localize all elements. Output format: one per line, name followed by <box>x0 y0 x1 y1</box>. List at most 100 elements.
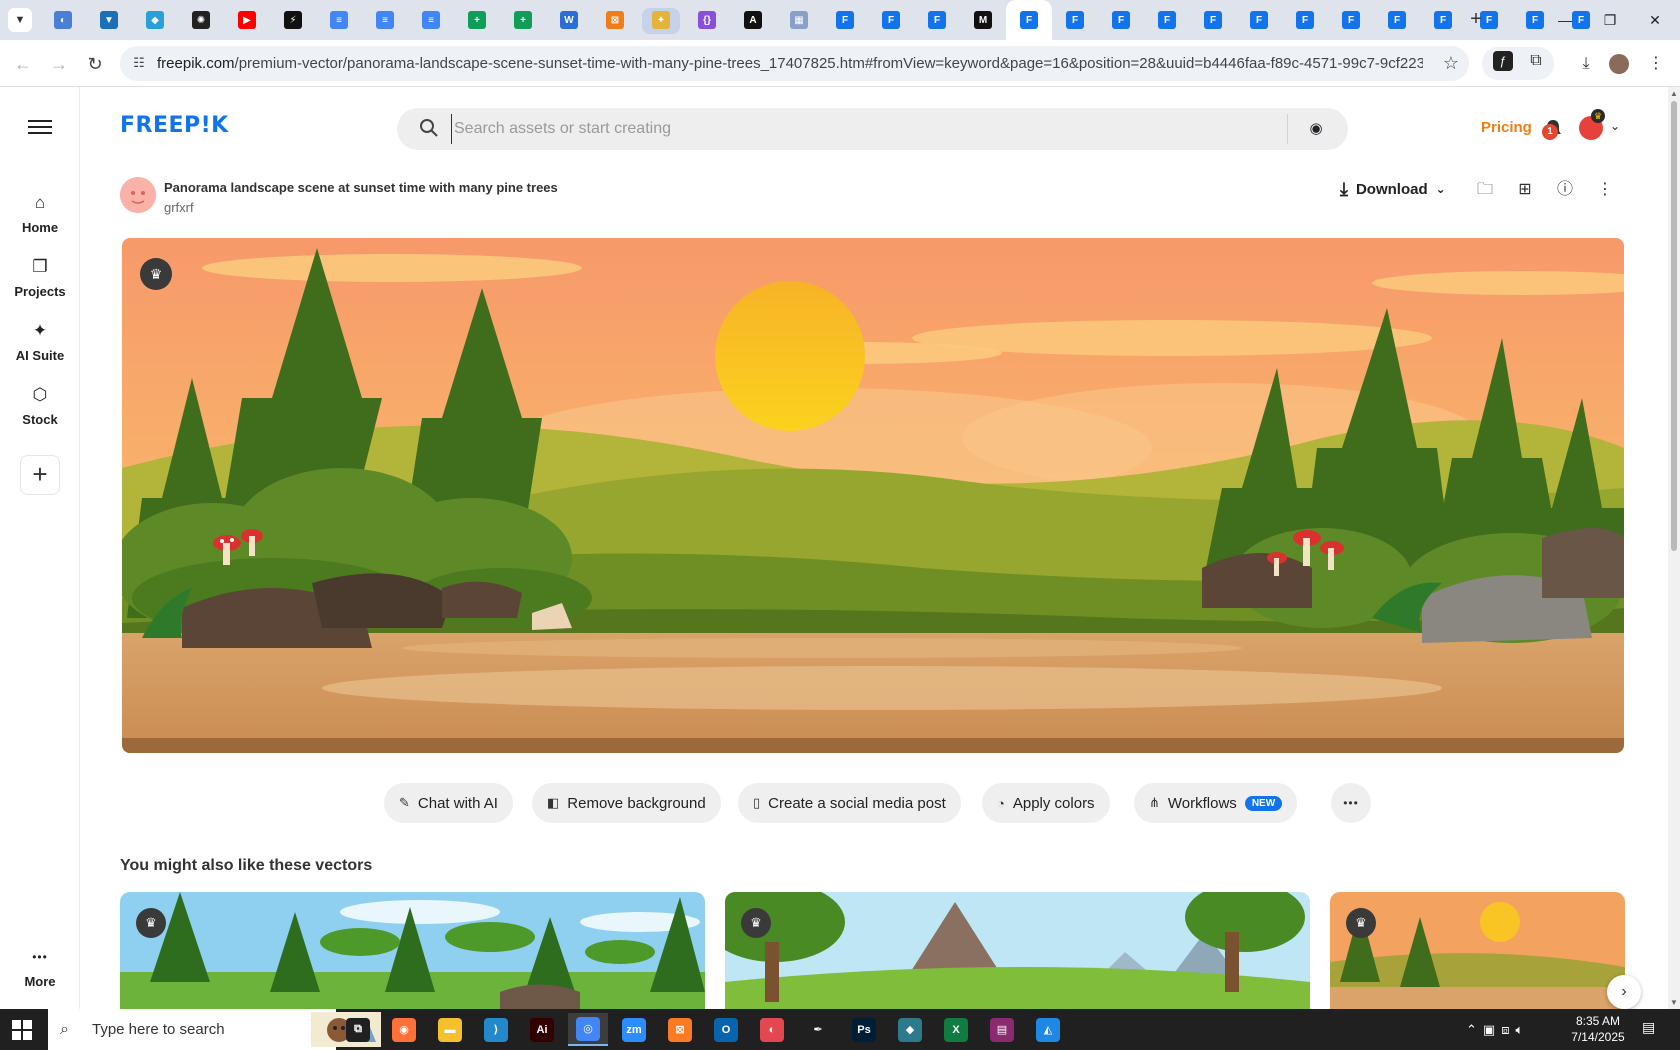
browser-tab[interactable]: F <box>1190 0 1236 40</box>
browser-tab[interactable]: ≡ <box>362 0 408 40</box>
scroll-down-icon[interactable]: ▼ <box>1670 998 1678 1007</box>
restore-button[interactable]: ❐ <box>1595 8 1625 32</box>
taskbar-app[interactable]: ▤ <box>982 1013 1022 1046</box>
site-settings-icon[interactable]: ☷ <box>130 55 148 73</box>
remove-background-button[interactable]: ◧ Remove background <box>532 783 721 823</box>
author-avatar[interactable] <box>120 177 156 213</box>
meet-now-icon[interactable]: ▣ <box>1483 1022 1495 1038</box>
browser-tab[interactable]: ▼ <box>86 0 132 40</box>
pricing-link[interactable]: Pricing <box>1481 119 1532 136</box>
sidebar-item-projects[interactable]: ❐ Projects <box>0 257 80 301</box>
address-bar[interactable]: ☷ freepik.com/premium-vector/panorama-la… <box>120 46 1469 81</box>
reload-button[interactable]: ↻ <box>82 51 108 77</box>
taskbar-app[interactable]: X <box>936 1013 976 1046</box>
scrollbar-thumb[interactable] <box>1671 101 1677 551</box>
downloads-icon[interactable]: ⤓ <box>1574 52 1598 76</box>
url-text[interactable]: freepik.com/premium-vector/panorama-land… <box>157 55 1423 72</box>
taskbar-app[interactable]: ⟩ <box>476 1013 516 1046</box>
browser-tab[interactable]: F <box>868 0 914 40</box>
workflows-button[interactable]: ⋔ Workflows NEW <box>1134 783 1298 823</box>
windows-start-icon[interactable] <box>12 1020 32 1040</box>
browser-tab[interactable]: F <box>1006 0 1052 40</box>
taskbar-app[interactable]: ◎ <box>568 1013 608 1046</box>
browser-tab[interactable]: F <box>1052 0 1098 40</box>
taskbar-app[interactable]: ◉ <box>384 1013 424 1046</box>
apply-colors-button[interactable]: ◔ Apply colors <box>982 783 1110 823</box>
taskbar-app[interactable]: ✒ <box>798 1013 838 1046</box>
camera-icon[interactable]: ◉ <box>1305 118 1327 140</box>
more-vertical-icon[interactable]: ⋮ <box>1594 179 1616 201</box>
author-name[interactable]: grfxrf <box>164 200 194 215</box>
extension-fx-icon[interactable]: ƒ <box>1493 51 1513 71</box>
chevron-up-icon[interactable]: ⌃ <box>1466 1022 1477 1038</box>
new-tab-button[interactable]: + <box>1464 8 1488 32</box>
browser-tab[interactable]: F <box>1282 0 1328 40</box>
scroll-up-icon[interactable]: ▲ <box>1670 89 1678 98</box>
sidebar-item-ai-suite[interactable]: ✦ AI Suite <box>0 321 80 365</box>
volume-icon[interactable]: 🔈︎ <box>1515 1022 1523 1038</box>
sidebar-item-stock[interactable]: ⬡ Stock <box>0 385 80 429</box>
taskbar-app[interactable]: Ps <box>844 1013 884 1046</box>
minimize-button[interactable]: — <box>1550 8 1580 32</box>
save-to-folder-icon[interactable]: 🗀 <box>1474 179 1496 201</box>
taskbar-app[interactable]: Ai <box>522 1013 562 1046</box>
browser-tab[interactable]: F <box>1098 0 1144 40</box>
browser-tab[interactable]: + <box>500 0 546 40</box>
taskbar-app[interactable]: zm <box>614 1013 654 1046</box>
browser-tab[interactable]: ⊠ <box>592 0 638 40</box>
browser-tab[interactable]: ◆ <box>132 0 178 40</box>
taskbar-clock[interactable]: 8:35 AM 7/14/2025 <box>1563 1013 1633 1045</box>
network-icon[interactable]: ⧈ <box>1501 1022 1509 1038</box>
profile-avatar[interactable] <box>1609 54 1629 74</box>
browser-tab[interactable]: ▦ <box>776 0 822 40</box>
search-input[interactable] <box>451 114 1251 144</box>
chat-with-ai-button[interactable]: ✎ Chat with AI <box>384 783 513 823</box>
browser-tab[interactable]: W <box>546 0 592 40</box>
related-thumbnail[interactable] <box>725 892 1310 1009</box>
browser-tab[interactable]: M <box>960 0 1006 40</box>
browser-tab[interactable]: + <box>454 0 500 40</box>
browser-tab[interactable]: ✺ <box>178 0 224 40</box>
page-scrollbar[interactable]: ▲ ▼ <box>1668 87 1680 1009</box>
related-thumbnail[interactable] <box>120 892 705 1009</box>
freepik-logo[interactable]: FREEP!K <box>120 113 229 138</box>
browser-tab[interactable]: ≡ <box>316 0 362 40</box>
taskbar-app[interactable]: ◆ <box>890 1013 930 1046</box>
browser-tab[interactable]: ⚡ <box>270 0 316 40</box>
bookmark-star-icon[interactable]: ☆ <box>1443 53 1459 74</box>
related-thumbnail[interactable] <box>1330 892 1625 1009</box>
taskbar-app[interactable]: ▬ <box>430 1013 470 1046</box>
forward-button[interactable]: → <box>46 51 72 77</box>
close-window-button[interactable]: ✕ <box>1640 8 1670 32</box>
kebab-menu-icon[interactable]: ⋮ <box>1644 52 1668 76</box>
taskbar-app[interactable]: ⊠ <box>660 1013 700 1046</box>
create-social-post-button[interactable]: ▯ Create a social media post <box>738 783 961 823</box>
add-button[interactable]: + <box>20 455 60 495</box>
sidebar-item-home[interactable]: ⌂ Home <box>0 193 80 237</box>
taskbar-app[interactable]: O <box>706 1013 746 1046</box>
taskbar-app[interactable]: ◐ <box>752 1013 792 1046</box>
browser-tab[interactable]: F <box>1420 0 1466 40</box>
tab-search-button[interactable]: ▼ <box>8 8 32 32</box>
browser-tab[interactable]: ✦ <box>638 0 684 40</box>
browser-tab[interactable]: F <box>1236 0 1282 40</box>
add-to-collection-icon[interactable]: ⊞ <box>1514 179 1536 201</box>
browser-tab[interactable]: F <box>914 0 960 40</box>
browser-tab[interactable]: {} <box>684 0 730 40</box>
browser-tab[interactable]: ◐ <box>40 0 86 40</box>
browser-tab[interactable]: ≡ <box>408 0 454 40</box>
browser-tab[interactable]: F <box>822 0 868 40</box>
download-button[interactable]: ⤓ Download ⌄ <box>1340 175 1446 203</box>
asset-preview-image[interactable] <box>122 238 1624 753</box>
taskbar-search-input[interactable] <box>92 1021 262 1038</box>
browser-tab[interactable]: F <box>1328 0 1374 40</box>
sidebar-item-more[interactable]: ••• More <box>0 947 80 991</box>
back-button[interactable]: ← <box>10 51 36 77</box>
browser-tab[interactable]: ▶ <box>224 0 270 40</box>
notification-center-icon[interactable]: ▤ <box>1642 1019 1662 1039</box>
hamburger-menu-icon[interactable] <box>28 117 52 137</box>
more-actions-button[interactable]: ••• <box>1331 783 1371 823</box>
browser-tab[interactable]: A <box>730 0 776 40</box>
extensions-puzzle-icon[interactable]: ⧉ <box>1524 49 1548 73</box>
taskbar-app[interactable]: ⧉ <box>338 1013 378 1046</box>
